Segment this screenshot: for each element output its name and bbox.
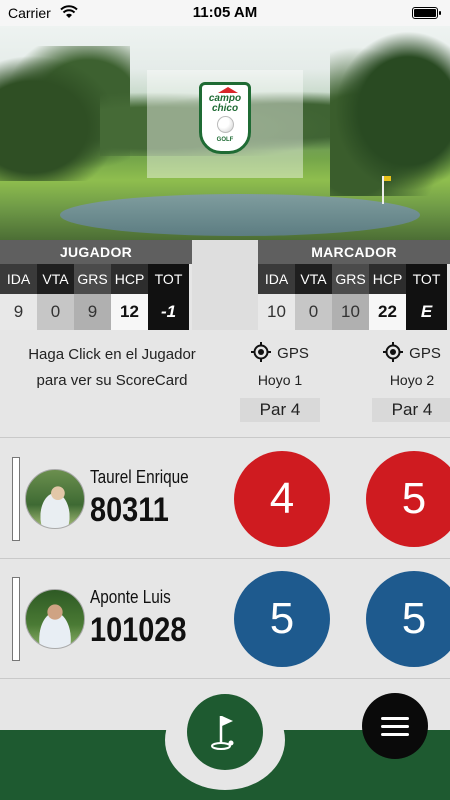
player-selector-bar xyxy=(12,457,20,541)
scorecard-instructions: Haga Click en el Jugador para ver su Sco… xyxy=(28,346,196,389)
score-hole-2[interactable]: 5 xyxy=(366,451,450,547)
avatar xyxy=(25,589,85,649)
hole-info-row: Haga Click en el Jugador para ver su Sco… xyxy=(0,330,450,438)
marcador-val-vta: 0 xyxy=(295,294,332,330)
hamburger-menu-button[interactable] xyxy=(362,693,428,759)
player-selector-bar xyxy=(12,577,20,661)
marcador-columns: IDA VTA GRS HCP TOT xyxy=(258,264,447,294)
jugador-col-vta: VTA xyxy=(37,264,74,294)
jugador-values: 9 0 9 12 -1 xyxy=(0,294,189,330)
player-id: 80311 xyxy=(90,491,169,529)
player-row[interactable]: Aponte Luis 101028 5 5 xyxy=(0,559,450,679)
status-bar: Carrier 11:05 AM xyxy=(0,0,450,26)
battery-icon xyxy=(412,7,441,19)
jugador-col-ida: IDA xyxy=(0,264,37,294)
jugador-val-hcp: 12 xyxy=(111,294,148,330)
jugador-header: JUGADOR xyxy=(0,240,192,264)
marcador-col-tot: TOT xyxy=(406,264,447,294)
marcador-col-ida: IDA xyxy=(258,264,295,294)
marcador-header: MARCADOR xyxy=(258,240,450,264)
course-hero-image: campo chico GOLF xyxy=(0,26,450,240)
player-id: 101028 xyxy=(90,611,187,649)
score-header-gap xyxy=(192,240,258,330)
logo-panel: campo chico GOLF xyxy=(147,70,303,178)
hamburger-menu-icon xyxy=(381,717,409,720)
gps-label: GPS xyxy=(277,345,309,362)
gps-target-icon xyxy=(383,342,404,362)
gps-button-hole-2[interactable]: GPS xyxy=(372,342,450,366)
logo-line-3: GOLF xyxy=(216,137,234,143)
logo-line-2: chico xyxy=(211,103,239,114)
jugador-columns: IDA VTA GRS HCP TOT xyxy=(0,264,189,294)
hole-1-par: Par 4 xyxy=(240,398,320,422)
player-row[interactable]: Taurel Enrique 80311 4 5 xyxy=(0,439,450,559)
avatar xyxy=(25,469,85,529)
jugador-val-tot: -1 xyxy=(148,294,189,330)
club-logo: campo chico GOLF xyxy=(199,82,251,154)
jugador-val-grs: 9 xyxy=(74,294,111,330)
gps-button-hole-1[interactable]: GPS xyxy=(240,342,320,366)
hamburger-menu-icon xyxy=(381,725,409,728)
trees-right xyxy=(330,26,450,196)
jugador-col-grs: GRS xyxy=(74,264,111,294)
gps-label: GPS xyxy=(409,345,441,362)
pond xyxy=(60,194,420,236)
player-name: Taurel Enrique xyxy=(90,467,189,487)
hole-2-par: Par 4 xyxy=(372,398,450,422)
marcador-val-hcp: 22 xyxy=(369,294,406,330)
score-hole-1[interactable]: 5 xyxy=(234,571,330,667)
jugador-col-tot: TOT xyxy=(148,264,189,294)
marcador-col-vta: VTA xyxy=(295,264,332,294)
jugador-col-hcp: HCP xyxy=(111,264,148,294)
pin-flag xyxy=(382,176,391,204)
golf-flag-button[interactable] xyxy=(187,694,263,770)
marcador-values: 10 0 10 22 E xyxy=(258,294,447,330)
hole-2-label: Hoyo 2 xyxy=(389,372,435,388)
marcador-val-grs: 10 xyxy=(332,294,369,330)
marcador-val-ida: 10 xyxy=(258,294,295,330)
score-hole-1[interactable]: 4 xyxy=(234,451,330,547)
hole-1-column: GPS Hoyo 1 Par 4 xyxy=(240,342,320,422)
jugador-val-vta: 0 xyxy=(37,294,74,330)
marcador-col-hcp: HCP xyxy=(369,264,406,294)
hole-1-label: Hoyo 1 xyxy=(257,372,303,388)
golf-flag-icon xyxy=(211,716,234,750)
player-name: Aponte Luis xyxy=(90,587,171,607)
score-hole-2[interactable]: 5 xyxy=(366,571,450,667)
marcador-col-grs: GRS xyxy=(332,264,369,294)
hamburger-menu-icon xyxy=(381,733,409,736)
marcador-val-tot: E xyxy=(406,294,447,330)
golf-ball-icon xyxy=(217,116,234,133)
hole-2-column: GPS Hoyo 2 Par 4 xyxy=(372,342,450,422)
gps-target-icon xyxy=(251,342,272,362)
clock: 11:05 AM xyxy=(192,4,258,21)
jugador-val-ida: 9 xyxy=(0,294,37,330)
